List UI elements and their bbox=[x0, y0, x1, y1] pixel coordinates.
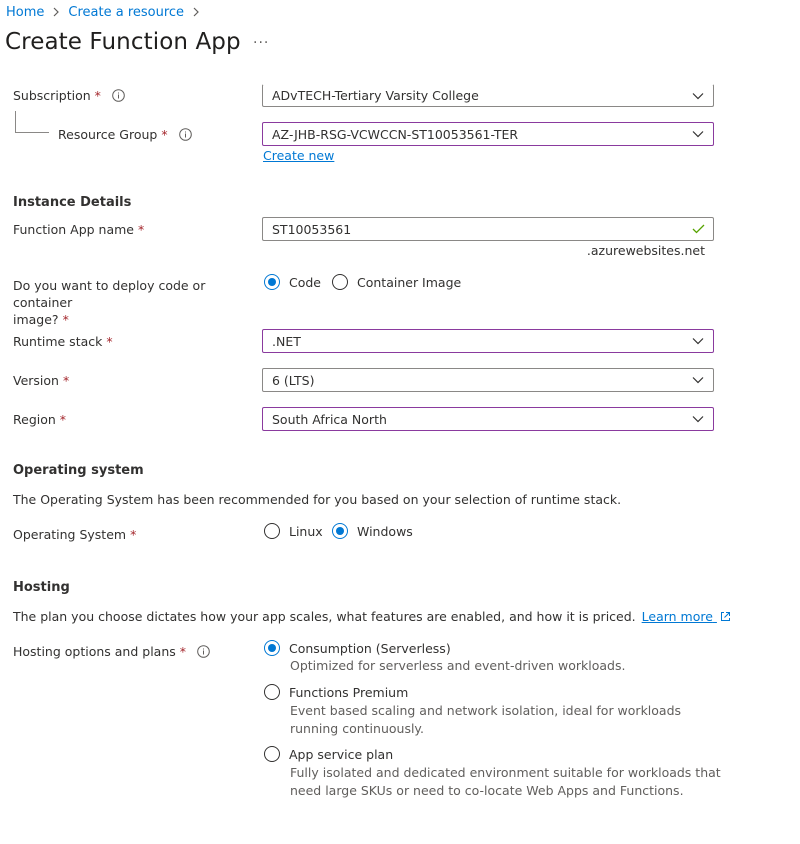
instance-details-heading: Instance Details bbox=[13, 195, 132, 210]
breadcrumb: Home Create a resource bbox=[6, 3, 208, 21]
required-marker: * bbox=[106, 334, 113, 349]
deploy-code-radio[interactable]: Code bbox=[264, 274, 321, 290]
chevron-down-icon bbox=[683, 337, 713, 345]
plan-premium-label: Functions Premium bbox=[289, 684, 409, 700]
os-windows-label: Windows bbox=[357, 523, 413, 539]
page-title: Create Function App bbox=[5, 29, 241, 55]
function-app-name-label-text: Function App name bbox=[13, 222, 134, 237]
deploy-code-label: Code bbox=[289, 274, 322, 290]
resource-group-label-text: Resource Group bbox=[58, 127, 158, 142]
plan-app-service-description-line1: Fully isolated and dedicated environment… bbox=[290, 765, 721, 780]
deploy-type-label-line1: Do you want to deploy code or container bbox=[13, 278, 206, 310]
runtime-stack-dropdown[interactable]: .NET bbox=[262, 329, 714, 353]
region-dropdown[interactable]: South Africa North bbox=[262, 407, 714, 431]
info-icon[interactable] bbox=[178, 128, 192, 145]
region-label-text: Region bbox=[13, 412, 56, 427]
create-new-link[interactable]: Create new bbox=[263, 148, 334, 163]
radio-unchecked-icon[interactable] bbox=[264, 746, 280, 762]
runtime-stack-value: .NET bbox=[272, 333, 301, 349]
function-app-name-label: Function App name * bbox=[13, 221, 144, 238]
os-windows-radio[interactable]: Windows bbox=[332, 523, 413, 539]
learn-more-text: Learn more bbox=[641, 609, 713, 624]
radio-checked-icon[interactable] bbox=[264, 640, 280, 656]
hosting-heading: Hosting bbox=[13, 580, 70, 595]
required-marker: * bbox=[179, 644, 187, 659]
plan-app-service-description-line2: need large SKUs or need to co-locate Web… bbox=[290, 783, 684, 798]
required-marker: * bbox=[62, 312, 69, 327]
resource-group-label: Resource Group * bbox=[58, 126, 192, 145]
radio-unchecked-icon[interactable] bbox=[264, 684, 280, 700]
plan-consumption-description: Optimized for serverless and event-drive… bbox=[290, 657, 625, 675]
version-label: Version * bbox=[13, 372, 69, 389]
os-linux-radio[interactable]: Linux bbox=[264, 523, 323, 539]
required-marker: * bbox=[94, 88, 101, 103]
version-label-text: Version bbox=[13, 373, 59, 388]
info-icon[interactable] bbox=[197, 645, 210, 662]
subscription-label: Subscription * bbox=[13, 87, 125, 106]
plan-app-service-description: Fully isolated and dedicated environment… bbox=[290, 764, 721, 800]
deploy-type-label: Do you want to deploy code or container … bbox=[13, 277, 258, 328]
chevron-right-icon bbox=[52, 7, 60, 17]
function-app-name-value: ST10053561 bbox=[272, 221, 352, 237]
version-dropdown[interactable]: 6 (LTS) bbox=[262, 368, 714, 392]
hosting-options-label: Hosting options and plans * bbox=[13, 643, 210, 662]
hosting-description-text: The plan you choose dictates how your ap… bbox=[13, 609, 636, 624]
plan-premium-description: Event based scaling and network isolatio… bbox=[290, 702, 681, 738]
subscription-label-text: Subscription bbox=[13, 88, 91, 103]
external-link-icon bbox=[720, 609, 731, 626]
operating-system-label-text: Operating System bbox=[13, 527, 127, 542]
hosting-description: The plan you choose dictates how your ap… bbox=[13, 608, 731, 626]
hosting-options-label-text: Hosting options and plans bbox=[13, 644, 176, 659]
plan-app-service-label: App service plan bbox=[289, 746, 394, 762]
resource-group-value: AZ-JHB-RSG-VCWCCN-ST10053561-TER bbox=[272, 126, 519, 142]
tree-connector bbox=[15, 111, 49, 133]
subscription-dropdown[interactable]: ADvTECH-Tertiary Varsity College bbox=[262, 84, 714, 107]
chevron-down-icon bbox=[683, 130, 713, 138]
chevron-right-icon bbox=[192, 7, 200, 17]
operating-system-label: Operating System * bbox=[13, 526, 136, 543]
plan-consumption-description-line1: Optimized for serverless and event-drive… bbox=[290, 658, 626, 673]
subscription-value: ADvTECH-Tertiary Varsity College bbox=[272, 88, 479, 103]
chevron-down-icon bbox=[683, 415, 713, 423]
operating-system-description: The Operating System has been recommende… bbox=[13, 492, 622, 507]
learn-more-link[interactable]: Learn more bbox=[642, 609, 731, 624]
required-marker: * bbox=[137, 222, 145, 237]
checkmark-icon bbox=[683, 224, 713, 234]
version-value: 6 (LTS) bbox=[272, 372, 315, 388]
plan-premium-description-line2: running continuously. bbox=[290, 721, 425, 736]
chevron-down-icon bbox=[683, 376, 713, 384]
function-app-name-input[interactable]: ST10053561 bbox=[262, 217, 714, 241]
resource-group-dropdown[interactable]: AZ-JHB-RSG-VCWCCN-ST10053561-TER bbox=[262, 122, 714, 146]
region-label: Region * bbox=[13, 411, 66, 428]
plan-consumption-label: Consumption (Serverless) bbox=[289, 640, 451, 656]
deploy-container-label: Container Image bbox=[357, 274, 462, 290]
plan-app-service-radio[interactable]: App service plan bbox=[264, 746, 393, 765]
plan-premium-description-line1: Event based scaling and network isolatio… bbox=[290, 703, 682, 718]
more-icon[interactable]: ··· bbox=[253, 35, 269, 51]
breadcrumb-home-link[interactable]: Home bbox=[6, 5, 44, 20]
radio-checked-icon[interactable] bbox=[332, 523, 348, 539]
domain-suffix: .azurewebsites.net bbox=[586, 243, 705, 258]
plan-premium-radio[interactable]: Functions Premium bbox=[264, 684, 408, 703]
deploy-type-label-line2: image? bbox=[13, 312, 59, 327]
runtime-stack-label: Runtime stack * bbox=[13, 333, 113, 350]
breadcrumb-create-resource-link[interactable]: Create a resource bbox=[68, 5, 184, 20]
deploy-container-radio[interactable]: Container Image bbox=[332, 274, 461, 290]
operating-system-heading: Operating system bbox=[13, 463, 144, 478]
required-marker: * bbox=[161, 127, 168, 142]
radio-checked-icon[interactable] bbox=[264, 274, 280, 290]
radio-unchecked-icon[interactable] bbox=[264, 523, 280, 539]
required-marker: * bbox=[59, 412, 67, 427]
runtime-stack-label-text: Runtime stack bbox=[13, 334, 103, 349]
plan-consumption-radio[interactable]: Consumption (Serverless) bbox=[264, 640, 451, 656]
chevron-down-icon bbox=[683, 92, 713, 100]
os-linux-label: Linux bbox=[289, 523, 323, 539]
required-marker: * bbox=[62, 373, 70, 388]
radio-unchecked-icon[interactable] bbox=[332, 274, 348, 290]
info-icon[interactable] bbox=[112, 89, 125, 106]
required-marker: * bbox=[130, 527, 137, 542]
region-value: South Africa North bbox=[272, 411, 387, 427]
